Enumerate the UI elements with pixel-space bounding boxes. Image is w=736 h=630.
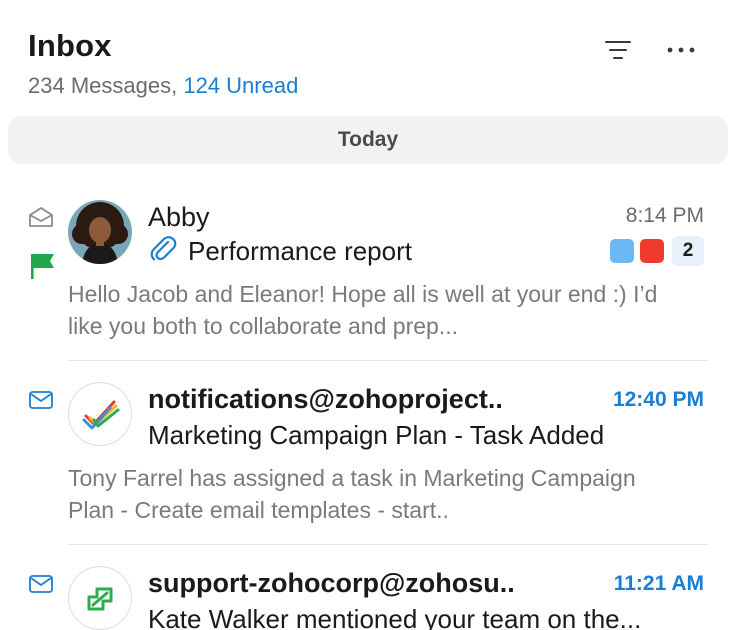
message-item[interactable]: notifications@zohoproject.. 12:40 PM Mar… xyxy=(0,362,736,546)
envelope-unread-icon[interactable] xyxy=(28,574,54,599)
subject-row: Performance report xyxy=(148,234,412,269)
envelope-unread-icon[interactable] xyxy=(28,390,54,415)
message-subject: Performance report xyxy=(188,236,412,266)
sender-name: notifications@zohoproject.. xyxy=(148,384,503,414)
thread-count-badge: 2 xyxy=(672,236,704,266)
message-count: 234 Messages, xyxy=(28,73,178,98)
more-horizontal-icon[interactable] xyxy=(665,36,697,64)
zoho-support-logo-icon xyxy=(68,566,132,630)
message-subject: Marketing Campaign Plan - Task Added xyxy=(148,420,605,450)
message-item[interactable]: Abby 8:14 PM Performance report 2 Hello … xyxy=(0,196,736,362)
envelope-open-icon[interactable] xyxy=(28,206,54,233)
avatar xyxy=(68,200,132,264)
tag-red xyxy=(640,239,664,263)
zoho-projects-logo-icon xyxy=(68,382,132,446)
paperclip-icon xyxy=(148,234,178,269)
message-subject: Kate Walker mentioned your team on the..… xyxy=(148,604,642,630)
message-time: 8:14 PM xyxy=(625,204,704,227)
filter-icon[interactable] xyxy=(602,36,634,64)
message-tags: 2 xyxy=(610,236,704,266)
message-time: 11:21 AM xyxy=(613,572,704,595)
day-group-label: Today xyxy=(337,128,399,151)
message-time: 12:40 PM xyxy=(612,388,704,411)
message-preview: Hello Jacob and Eleanor! Hope all is wel… xyxy=(68,281,658,339)
tag-blue xyxy=(610,239,634,263)
message-divider xyxy=(68,544,708,545)
flag-icon[interactable] xyxy=(30,252,56,285)
page-title: Inbox xyxy=(28,28,112,63)
message-item[interactable]: support-zohocorp@zohosu.. 11:21 AM Kate … xyxy=(0,546,736,630)
message-preview: Tony Farrel has assigned a task in Marke… xyxy=(68,465,636,523)
day-group-header: Today xyxy=(8,116,728,164)
message-divider xyxy=(68,360,708,361)
sender-name: Abby xyxy=(148,202,210,232)
unread-count[interactable]: 124 Unread xyxy=(183,73,298,98)
message-summary: 234 Messages, 124 Unread xyxy=(28,73,298,99)
sender-name: support-zohocorp@zohosu.. xyxy=(148,568,515,598)
inbox-header: Inbox 234 Messages, 124 Unread xyxy=(0,0,736,110)
